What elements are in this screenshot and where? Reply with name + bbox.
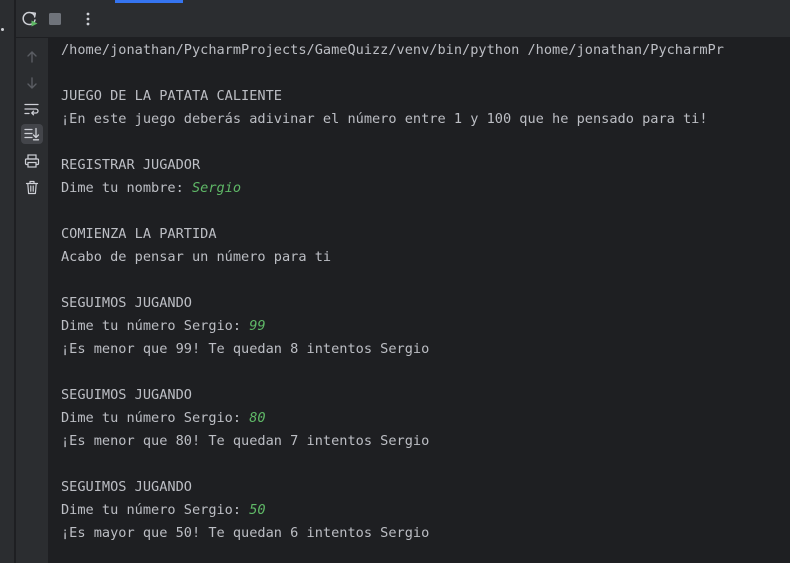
print-icon [24,154,40,168]
console-line-text: Dime tu número Sergio: [61,410,250,426]
console-line: JUEGO DE LA PATATA CALIENTE [61,87,282,105]
stop-button[interactable] [45,9,65,29]
console-line-text: SEGUIMOS JUGANDO [61,295,192,311]
scroll-to-end-button[interactable] [21,124,43,144]
clear-all-icon [25,180,39,194]
console-line-text: Dime tu número Sergio: [61,502,250,518]
console-line: ¡En este juego deberás adivinar el númer… [61,110,708,128]
console-line-text: ¡Es mayor que 50! Te quedan 6 intentos S… [61,525,430,541]
console-line-text: JUEGO DE LA PATATA CALIENTE [61,88,282,104]
down-arrow-icon [27,77,37,89]
console-line-text: /home/jonathan/PycharmProjects/GameQuizz… [61,42,724,58]
console-line: ¡Es menor que 80! Te quedan 7 intentos S… [61,432,429,450]
left-edge-gutter [0,0,15,563]
scroll-to-end-icon [24,127,40,141]
edge-dot [1,28,4,31]
active-tab-indicator [115,0,183,3]
console-line: ¡Es menor que 99! Te quedan 8 intentos S… [61,340,429,358]
previous-occurrence-button[interactable] [21,47,43,67]
console-line-text: COMIENZA LA PARTIDA [61,226,217,242]
console-line-text: SEGUIMOS JUGANDO [61,479,192,495]
next-occurrence-button[interactable] [21,73,43,93]
rerun-button[interactable] [20,9,40,29]
console-line-text: REGISTRAR JUGADOR [61,157,201,173]
console-side-toolbar [16,38,48,563]
user-input-text: 50 [249,502,266,518]
console-line: REGISTRAR JUGADOR [61,156,200,174]
run-toolbar [16,0,790,38]
user-input-text: Sergio [191,180,242,196]
soft-wrap-button[interactable] [21,99,43,119]
user-input-text: 99 [249,318,266,334]
soft-wrap-icon [24,103,39,116]
console-line-text: ¡En este juego deberás adivinar el númer… [61,111,708,127]
console-line: SEGUIMOS JUGANDO [61,294,192,312]
console-line: Dime tu número Sergio: 50 [61,501,266,519]
more-options-icon [86,12,90,26]
console-line-text: Dime tu número Sergio: [61,318,250,334]
stop-icon [49,13,61,25]
run-tool-window: /home/jonathan/PycharmProjects/GameQuizz… [0,0,790,563]
console-line: Dime tu nombre: Sergio [61,179,241,197]
console-line: /home/jonathan/PycharmProjects/GameQuizz… [61,41,724,59]
up-arrow-icon [27,51,37,63]
console-line: COMIENZA LA PARTIDA [61,225,217,243]
console-line-text: Acabo de pensar un número para ti [61,249,332,265]
console-line: Dime tu número Sergio: 80 [61,409,266,427]
user-input-text: 80 [249,410,266,426]
console-output[interactable]: /home/jonathan/PycharmProjects/GameQuizz… [48,38,790,563]
console-line-text: Dime tu nombre: [61,180,192,196]
console-line: Dime tu número Sergio: 99 [61,317,266,335]
clear-all-button[interactable] [21,177,43,197]
console-line-text: ¡Es menor que 80! Te quedan 7 intentos S… [61,433,430,449]
console-line-text: ¡Es menor que 99! Te quedan 8 intentos S… [61,341,430,357]
console-line: SEGUIMOS JUGANDO [61,478,192,496]
more-options-button[interactable] [78,9,98,29]
console-line: Acabo de pensar un número para ti [61,248,331,266]
console-line: SEGUIMOS JUGANDO [61,386,192,404]
rerun-icon [22,11,38,27]
print-button[interactable] [21,151,43,171]
console-line-text: SEGUIMOS JUGANDO [61,387,192,403]
console-line: ¡Es mayor que 50! Te quedan 6 intentos S… [61,524,429,542]
